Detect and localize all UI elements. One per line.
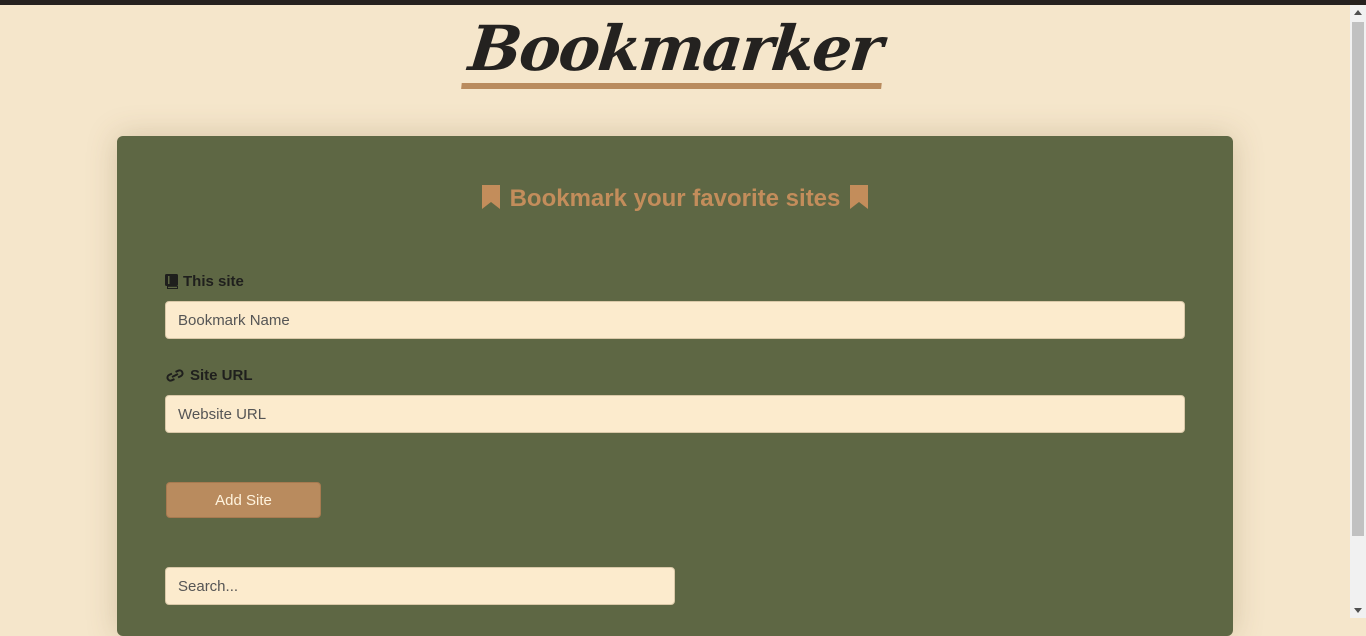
bookmark-icon — [481, 185, 500, 209]
app-title: Bookmarker — [461, 12, 889, 89]
bookmark-name-label-text: This site — [183, 273, 244, 290]
scroll-up-arrow-icon[interactable] — [1354, 10, 1362, 15]
vertical-scrollbar[interactable] — [1350, 5, 1366, 618]
search-input[interactable] — [165, 567, 675, 605]
site-url-label-text: Site URL — [190, 367, 253, 384]
scroll-down-arrow-icon[interactable] — [1354, 608, 1362, 613]
site-url-input[interactable] — [165, 395, 1185, 433]
card-heading-text: Bookmark your favorite sites — [509, 185, 841, 212]
site-url-label: Site URL — [165, 367, 253, 384]
bookmark-icon — [850, 185, 869, 209]
bookmark-name-label: This site — [165, 273, 244, 290]
card-heading: Bookmark your favorite sites — [117, 183, 1233, 215]
brand-header: Bookmarker — [0, 12, 1350, 89]
bookmark-form-card: Bookmark your favorite sites This site S… — [117, 136, 1233, 636]
scrollbar-thumb[interactable] — [1352, 22, 1364, 536]
link-icon — [166, 369, 184, 382]
bookmark-name-input[interactable] — [165, 301, 1185, 339]
page: Bookmarker Bookmark your favorite sites … — [0, 5, 1350, 636]
add-site-button[interactable]: Add Site — [166, 482, 321, 518]
book-icon — [165, 274, 178, 289]
